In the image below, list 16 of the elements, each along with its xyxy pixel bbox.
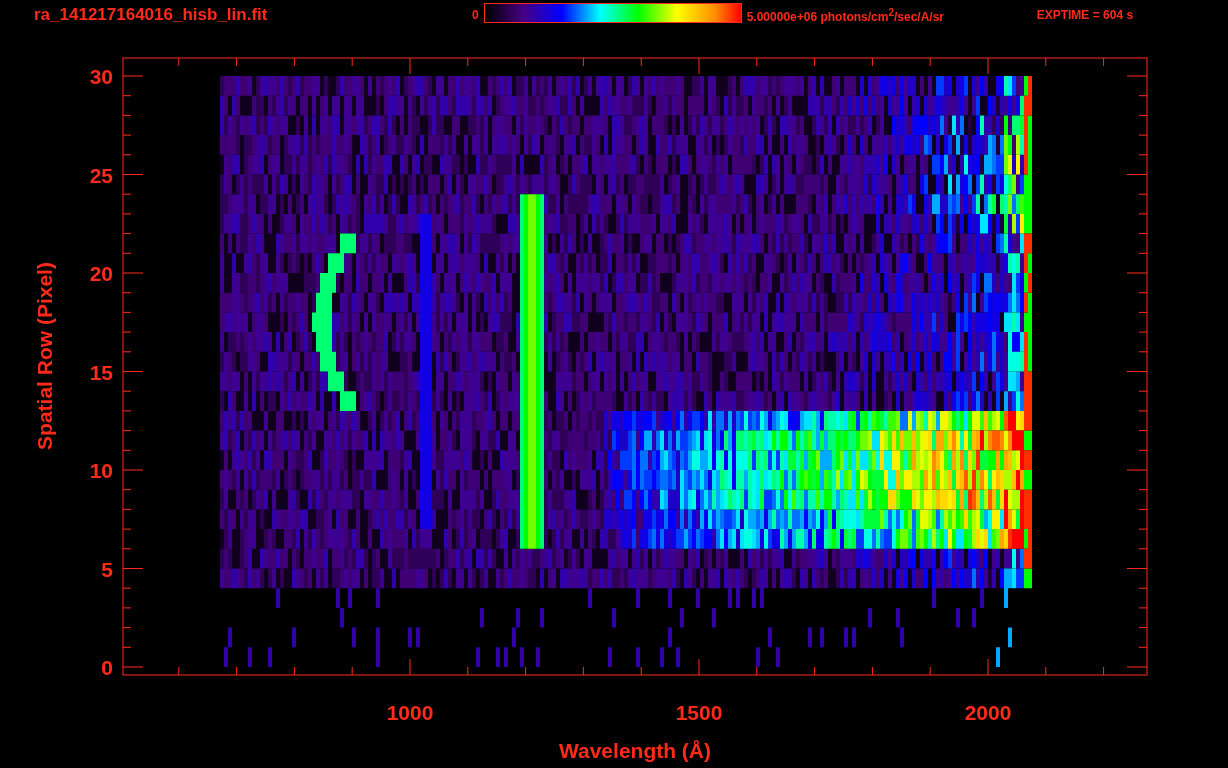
x-tick-label: 2000 [964,701,1012,724]
y-tick-label: 5 [101,557,113,581]
colorbar-min-label: 0 [472,8,479,22]
x-tick-label: 1500 [675,701,723,724]
y-tick-label: 10 [89,459,113,482]
colorbar-max-label: 5.00000e+06 photons/cm$^{2}$/sec/A/sr [746,6,946,24]
file-title: ra_141217164016_hisb_lin.fit [34,5,269,25]
y-tick-label: 30 [89,65,113,88]
exposure-time: EXPTIME = 604 s [1036,8,1134,22]
x-axis-label: Wavelength (Å) [558,739,712,762]
y-axis-label: Spatial Row (Pixel) [33,262,56,450]
y-tick-label: 25 [89,163,113,187]
y-tick-label: 0 [101,656,113,679]
x-tick-label: 1000 [386,701,434,724]
y-tick-label: 20 [89,262,113,285]
y-tick-label: 15 [89,360,113,384]
